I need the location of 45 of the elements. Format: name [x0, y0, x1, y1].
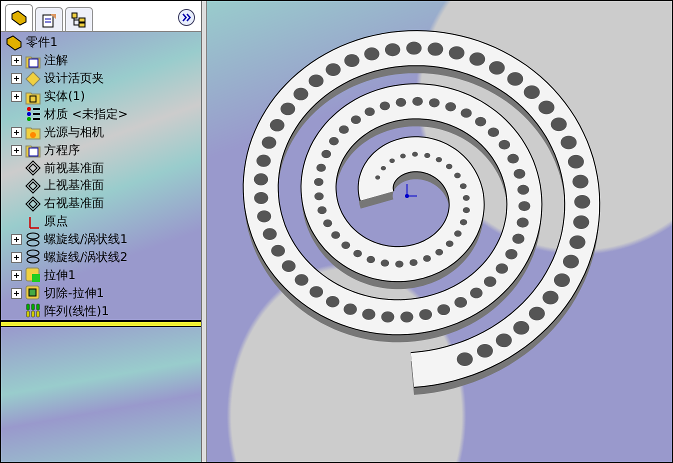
- expand-icon[interactable]: [11, 288, 22, 299]
- tree-item[interactable]: 螺旋线/涡状线1: [44, 231, 128, 248]
- pattern-icon: [25, 303, 41, 320]
- plane-icon: [25, 196, 41, 212]
- plane-icon: [25, 160, 41, 176]
- tree-item[interactable]: 原点: [44, 213, 68, 230]
- tree-item[interactable]: 拉伸1: [44, 266, 76, 284]
- tree-item[interactable]: 方程序: [44, 142, 80, 159]
- expand-icon[interactable]: [11, 252, 22, 263]
- cut-extrude-icon: [25, 285, 41, 302]
- tree-item[interactable]: 阵列(线性)1: [44, 302, 109, 320]
- expand-panel-button[interactable]: [178, 9, 195, 26]
- helix-icon: [25, 232, 41, 248]
- tree-item[interactable]: 右视基准面: [44, 195, 104, 212]
- tree-item[interactable]: 螺旋线/涡状线2: [44, 248, 128, 266]
- expand-icon[interactable]: [11, 55, 22, 66]
- tree-item[interactable]: 实体(1): [44, 88, 85, 106]
- tree-item[interactable]: 切除-拉伸1: [44, 284, 104, 302]
- plane-icon: [25, 178, 41, 194]
- expand-icon[interactable]: [11, 73, 22, 84]
- tree-item[interactable]: 上视基准面: [44, 177, 104, 194]
- part-icon: [10, 10, 28, 26]
- binder-icon: [25, 70, 41, 87]
- expand-icon[interactable]: [11, 144, 22, 156]
- expand-icon[interactable]: [11, 270, 22, 281]
- tree-item[interactable]: 注解: [44, 52, 68, 70]
- part-icon: [5, 34, 23, 51]
- panel-tab[interactable]: [35, 7, 63, 31]
- tree-item[interactable]: 前视基准面: [44, 160, 104, 177]
- panel-splitter[interactable]: [1, 320, 201, 327]
- document-icon: [41, 12, 57, 28]
- tree-item[interactable]: 材质 <未指定>: [44, 106, 128, 123]
- expand-icon[interactable]: [11, 234, 22, 246]
- tree-item[interactable]: 光源与相机: [44, 124, 104, 141]
- tree-item[interactable]: 设计活页夹: [44, 70, 104, 88]
- panel-tab[interactable]: [5, 4, 33, 31]
- extrude-icon: [25, 267, 41, 284]
- helix-icon: [25, 249, 41, 266]
- material-icon: [25, 106, 41, 122]
- tree-item[interactable]: 零件1: [26, 34, 58, 52]
- configuration-icon: [71, 12, 87, 28]
- double-chevron-icon: [182, 13, 191, 22]
- panel-tab[interactable]: [65, 7, 93, 31]
- expand-icon[interactable]: [11, 126, 22, 138]
- expand-icon[interactable]: [11, 91, 22, 102]
